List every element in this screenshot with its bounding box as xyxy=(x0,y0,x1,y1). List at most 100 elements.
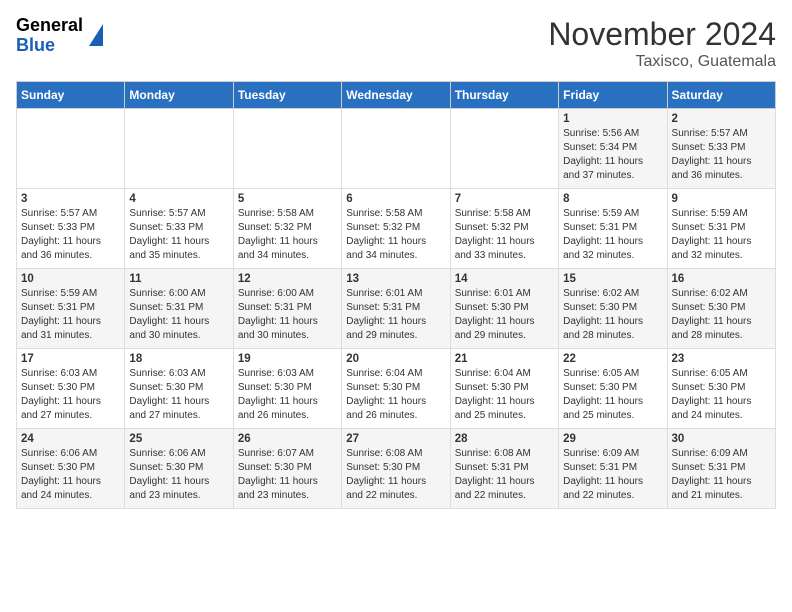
weekday-header-monday: Monday xyxy=(125,82,233,109)
calendar-cell: 20 Sunrise: 6:04 AM Sunset: 5:30 PM Dayli… xyxy=(342,349,450,429)
calendar-cell: 9Sunrise: 5:59 AM Sunset: 5:31 PM Daylig… xyxy=(667,189,775,269)
calendar-cell xyxy=(342,109,450,189)
day-info: Sunrise: 6:07 AM Sunset: 5:30 PM Dayligh… xyxy=(238,447,337,503)
day-number: 20 xyxy=(346,353,445,365)
day-number: 29 xyxy=(563,433,662,445)
logo-triangle-icon xyxy=(89,24,103,46)
calendar-cell xyxy=(17,109,125,189)
day-info: Sunrise: 6:04 AM Sunset: 5:30 PM Dayligh… xyxy=(455,367,554,423)
day-info: Sunrise: 5:59 AM Sunset: 5:31 PM Dayligh… xyxy=(563,207,662,263)
calendar-cell: 26Sunrise: 6:07 AM Sunset: 5:30 PM Dayli… xyxy=(233,429,341,509)
day-number: 25 xyxy=(129,433,228,445)
weekday-header-tuesday: Tuesday xyxy=(233,82,341,109)
weekday-header-wednesday: Wednesday xyxy=(342,82,450,109)
day-info: Sunrise: 6:01 AM Sunset: 5:30 PM Dayligh… xyxy=(455,287,554,343)
day-info: Sunrise: 6:02 AM Sunset: 5:30 PM Dayligh… xyxy=(672,287,771,343)
day-number: 9 xyxy=(672,193,771,205)
day-info: Sunrise: 6:06 AM Sunset: 5:30 PM Dayligh… xyxy=(21,447,120,503)
logo: General Blue xyxy=(16,16,103,56)
weekday-header-thursday: Thursday xyxy=(450,82,558,109)
day-info: Sunrise: 5:57 AM Sunset: 5:33 PM Dayligh… xyxy=(129,207,228,263)
day-number: 15 xyxy=(563,273,662,285)
day-info: Sunrise: 6:09 AM Sunset: 5:31 PM Dayligh… xyxy=(672,447,771,503)
day-number: 14 xyxy=(455,273,554,285)
day-number: 13 xyxy=(346,273,445,285)
title-block: November 2024 Taxisco, Guatemala xyxy=(548,16,776,71)
day-number: 5 xyxy=(238,193,337,205)
calendar-cell: 1 Sunrise: 5:56 AM Sunset: 5:34 PM Daylig… xyxy=(559,109,667,189)
weekday-header-sunday: Sunday xyxy=(17,82,125,109)
day-info: Sunrise: 5:56 AM Sunset: 5:34 PM Dayligh… xyxy=(563,127,662,183)
day-info: Sunrise: 5:57 AM Sunset: 5:33 PM Dayligh… xyxy=(672,127,771,183)
calendar-cell: 2 Sunrise: 5:57 AM Sunset: 5:33 PM Daylig… xyxy=(667,109,775,189)
day-number: 17 xyxy=(21,353,120,365)
day-info: Sunrise: 6:09 AM Sunset: 5:31 PM Dayligh… xyxy=(563,447,662,503)
day-number: 24 xyxy=(21,433,120,445)
calendar-cell: 11Sunrise: 6:00 AM Sunset: 5:31 PM Dayli… xyxy=(125,269,233,349)
calendar-cell: 18 Sunrise: 6:03 AM Sunset: 5:30 PM Dayli… xyxy=(125,349,233,429)
day-info: Sunrise: 6:00 AM Sunset: 5:31 PM Dayligh… xyxy=(238,287,337,343)
calendar-cell: 16 Sunrise: 6:02 AM Sunset: 5:30 PM Dayli… xyxy=(667,269,775,349)
calendar-week-2: 3 Sunrise: 5:57 AM Sunset: 5:33 PM Daylig… xyxy=(17,189,776,269)
calendar-cell: 6Sunrise: 5:58 AM Sunset: 5:32 PM Daylig… xyxy=(342,189,450,269)
calendar-cell: 8Sunrise: 5:59 AM Sunset: 5:31 PM Daylig… xyxy=(559,189,667,269)
calendar-title: November 2024 xyxy=(548,16,776,53)
calendar-week-3: 10Sunrise: 5:59 AM Sunset: 5:31 PM Dayli… xyxy=(17,269,776,349)
day-number: 21 xyxy=(455,353,554,365)
day-info: Sunrise: 6:06 AM Sunset: 5:30 PM Dayligh… xyxy=(129,447,228,503)
calendar-header: SundayMondayTuesdayWednesdayThursdayFrid… xyxy=(17,82,776,109)
day-number: 30 xyxy=(672,433,771,445)
calendar-cell: 24 Sunrise: 6:06 AM Sunset: 5:30 PM Dayli… xyxy=(17,429,125,509)
calendar-cell xyxy=(450,109,558,189)
weekday-header-saturday: Saturday xyxy=(667,82,775,109)
calendar-table: SundayMondayTuesdayWednesdayThursdayFrid… xyxy=(16,81,776,509)
day-info: Sunrise: 5:59 AM Sunset: 5:31 PM Dayligh… xyxy=(21,287,120,343)
day-info: Sunrise: 5:57 AM Sunset: 5:33 PM Dayligh… xyxy=(21,207,120,263)
calendar-week-4: 17 Sunrise: 6:03 AM Sunset: 5:30 PM Dayli… xyxy=(17,349,776,429)
day-info: Sunrise: 6:03 AM Sunset: 5:30 PM Dayligh… xyxy=(238,367,337,423)
day-info: Sunrise: 5:58 AM Sunset: 5:32 PM Dayligh… xyxy=(238,207,337,263)
day-number: 2 xyxy=(672,113,771,125)
day-info: Sunrise: 6:05 AM Sunset: 5:30 PM Dayligh… xyxy=(672,367,771,423)
weekday-header-friday: Friday xyxy=(559,82,667,109)
day-number: 22 xyxy=(563,353,662,365)
day-info: Sunrise: 6:08 AM Sunset: 5:31 PM Dayligh… xyxy=(455,447,554,503)
day-number: 12 xyxy=(238,273,337,285)
calendar-cell: 28 Sunrise: 6:08 AM Sunset: 5:31 PM Dayli… xyxy=(450,429,558,509)
calendar-cell: 30 Sunrise: 6:09 AM Sunset: 5:31 PM Dayli… xyxy=(667,429,775,509)
day-number: 27 xyxy=(346,433,445,445)
calendar-subtitle: Taxisco, Guatemala xyxy=(548,53,776,71)
day-number: 7 xyxy=(455,193,554,205)
day-info: Sunrise: 6:00 AM Sunset: 5:31 PM Dayligh… xyxy=(129,287,228,343)
calendar-cell: 4Sunrise: 5:57 AM Sunset: 5:33 PM Daylig… xyxy=(125,189,233,269)
calendar-week-1: 1 Sunrise: 5:56 AM Sunset: 5:34 PM Daylig… xyxy=(17,109,776,189)
calendar-cell: 7 Sunrise: 5:58 AM Sunset: 5:32 PM Daylig… xyxy=(450,189,558,269)
calendar-body: 1 Sunrise: 5:56 AM Sunset: 5:34 PM Daylig… xyxy=(17,109,776,509)
day-info: Sunrise: 6:04 AM Sunset: 5:30 PM Dayligh… xyxy=(346,367,445,423)
day-info: Sunrise: 6:08 AM Sunset: 5:30 PM Dayligh… xyxy=(346,447,445,503)
logo-line2: Blue xyxy=(16,36,83,56)
day-info: Sunrise: 5:58 AM Sunset: 5:32 PM Dayligh… xyxy=(346,207,445,263)
day-info: Sunrise: 6:02 AM Sunset: 5:30 PM Dayligh… xyxy=(563,287,662,343)
calendar-cell: 22 Sunrise: 6:05 AM Sunset: 5:30 PM Dayli… xyxy=(559,349,667,429)
day-info: Sunrise: 6:05 AM Sunset: 5:30 PM Dayligh… xyxy=(563,367,662,423)
day-number: 1 xyxy=(563,113,662,125)
day-number: 18 xyxy=(129,353,228,365)
calendar-cell: 25 Sunrise: 6:06 AM Sunset: 5:30 PM Dayli… xyxy=(125,429,233,509)
calendar-cell: 12 Sunrise: 6:00 AM Sunset: 5:31 PM Dayli… xyxy=(233,269,341,349)
day-info: Sunrise: 6:01 AM Sunset: 5:31 PM Dayligh… xyxy=(346,287,445,343)
calendar-cell: 15 Sunrise: 6:02 AM Sunset: 5:30 PM Dayli… xyxy=(559,269,667,349)
calendar-cell: 23Sunrise: 6:05 AM Sunset: 5:30 PM Dayli… xyxy=(667,349,775,429)
calendar-cell: 21 Sunrise: 6:04 AM Sunset: 5:30 PM Dayli… xyxy=(450,349,558,429)
day-number: 28 xyxy=(455,433,554,445)
calendar-cell: 13 Sunrise: 6:01 AM Sunset: 5:31 PM Dayli… xyxy=(342,269,450,349)
day-info: Sunrise: 6:03 AM Sunset: 5:30 PM Dayligh… xyxy=(129,367,228,423)
calendar-week-5: 24 Sunrise: 6:06 AM Sunset: 5:30 PM Dayli… xyxy=(17,429,776,509)
calendar-cell: 14 Sunrise: 6:01 AM Sunset: 5:30 PM Dayli… xyxy=(450,269,558,349)
day-info: Sunrise: 5:58 AM Sunset: 5:32 PM Dayligh… xyxy=(455,207,554,263)
day-number: 3 xyxy=(21,193,120,205)
day-info: Sunrise: 6:03 AM Sunset: 5:30 PM Dayligh… xyxy=(21,367,120,423)
day-number: 16 xyxy=(672,273,771,285)
day-number: 19 xyxy=(238,353,337,365)
calendar-cell: 27 Sunrise: 6:08 AM Sunset: 5:30 PM Dayli… xyxy=(342,429,450,509)
